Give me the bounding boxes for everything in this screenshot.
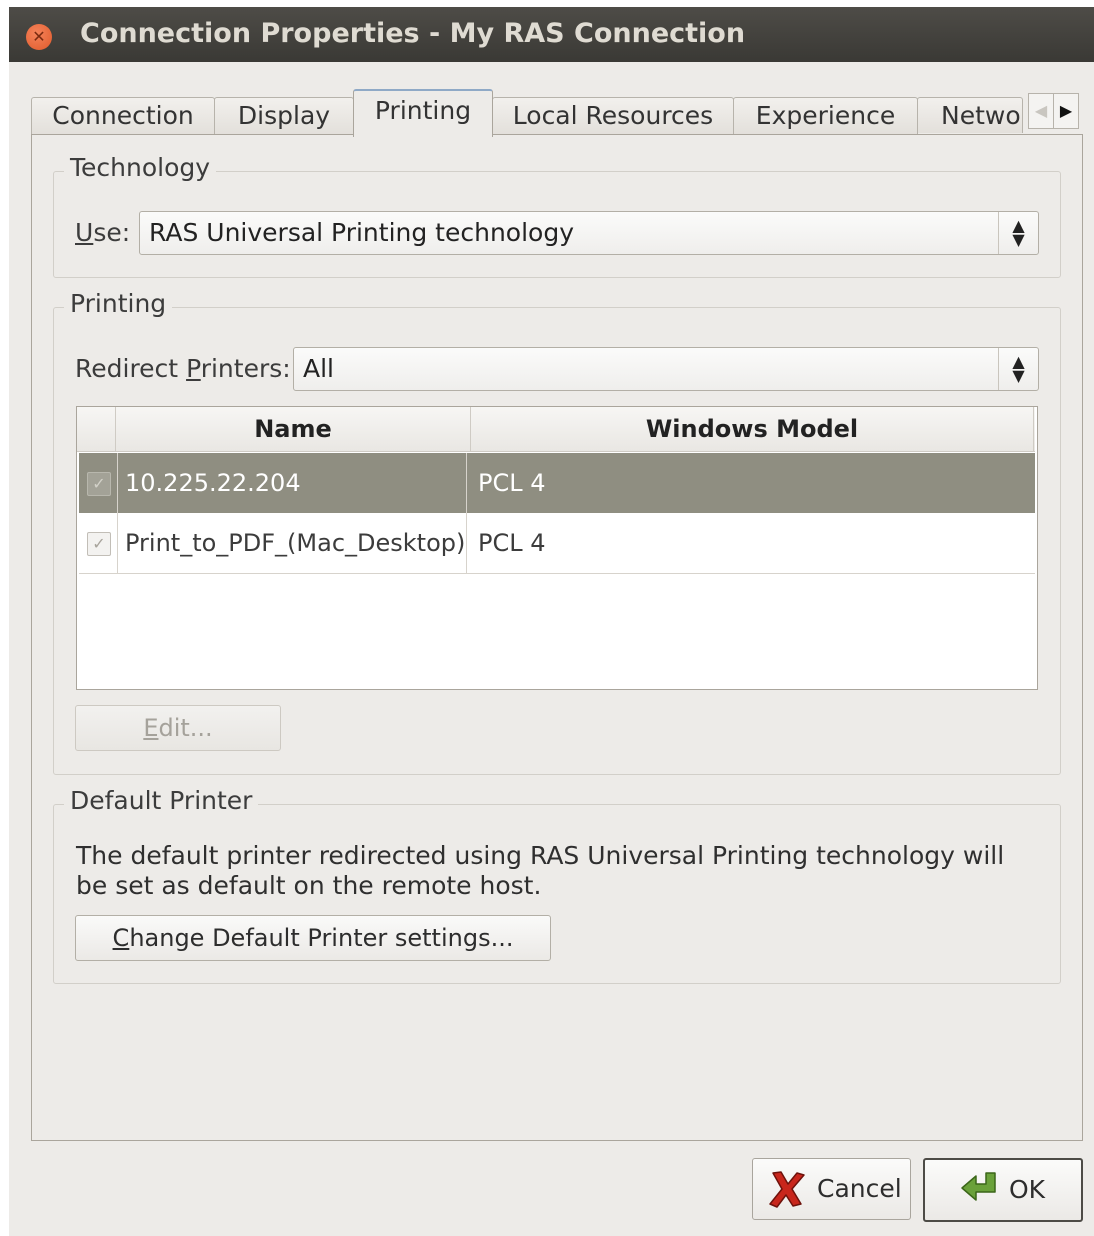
tab-printing[interactable]: Printing xyxy=(353,89,493,137)
tab-connection[interactable]: Connection xyxy=(31,97,215,134)
title-bar: ✕ Connection Properties - My RAS Connect… xyxy=(9,7,1094,62)
tab-bar: Connection Display Printing Local Resour… xyxy=(31,85,1091,137)
tab-content-printing: Technology Use: RAS Universal Printing t… xyxy=(31,134,1083,1141)
tab-display[interactable]: Display xyxy=(214,97,354,134)
checkmark-icon[interactable]: ✓ xyxy=(87,472,111,496)
table-row[interactable]: ✓ Print_to_PDF_(Mac_Desktop) PCL 4 xyxy=(79,513,1035,574)
default-printer-description: The default printer redirected using RAS… xyxy=(76,841,1005,900)
arrow-left-icon[interactable]: ◀ xyxy=(1028,93,1054,129)
use-label: Use: xyxy=(75,218,131,247)
printing-group: Printing Redirect Printers: All ▲ ▼ Name … xyxy=(53,289,1061,775)
technology-group: Technology Use: RAS Universal Printing t… xyxy=(53,153,1061,278)
close-icon[interactable]: ✕ xyxy=(26,24,52,50)
technology-group-title: Technology xyxy=(64,153,217,182)
checkmark-icon[interactable]: ✓ xyxy=(87,532,111,556)
window-title: Connection Properties - My RAS Connectio… xyxy=(80,18,746,49)
tab-local-resources[interactable]: Local Resources xyxy=(492,97,734,134)
green-arrow-icon xyxy=(961,1172,996,1201)
checkbox-cell: ✓ xyxy=(79,453,118,513)
tab-experience[interactable]: Experience xyxy=(733,97,918,134)
redirect-printers-label: Redirect Printers: xyxy=(75,354,291,383)
printer-model: PCL 4 xyxy=(478,469,546,497)
cancel-label: Cancel xyxy=(817,1174,902,1203)
checkbox-cell: ✓ xyxy=(79,513,118,573)
dialog-window: ✕ Connection Properties - My RAS Connect… xyxy=(9,7,1094,1236)
column-header-model[interactable]: Windows Model xyxy=(471,407,1034,451)
up-down-arrows-icon: ▲ ▼ xyxy=(998,348,1038,390)
table-header: Name Windows Model xyxy=(77,407,1035,452)
redirect-printers-value: All xyxy=(303,354,334,383)
red-x-icon xyxy=(769,1171,805,1208)
cancel-button[interactable]: Cancel xyxy=(752,1158,911,1220)
redirect-printers-select[interactable]: All ▲ ▼ xyxy=(293,347,1039,391)
printing-group-title: Printing xyxy=(64,289,173,318)
column-header-name[interactable]: Name xyxy=(116,407,471,451)
default-printer-group-title: Default Printer xyxy=(64,786,259,815)
printer-model: PCL 4 xyxy=(478,529,546,557)
printer-name: 10.225.22.204 xyxy=(119,453,467,513)
default-printer-group: Default Printer The default printer redi… xyxy=(53,786,1061,984)
table-row[interactable]: ✓ 10.225.22.204 PCL 4 xyxy=(79,453,1035,513)
technology-select[interactable]: RAS Universal Printing technology ▲ ▼ xyxy=(139,211,1039,255)
tab-network[interactable]: Netwo xyxy=(917,97,1023,133)
ok-button[interactable]: OK xyxy=(923,1158,1083,1222)
column-header-check xyxy=(77,407,116,451)
ok-label: OK xyxy=(1009,1175,1046,1204)
up-down-arrows-icon: ▲ ▼ xyxy=(998,212,1038,254)
printer-name: Print_to_PDF_(Mac_Desktop) xyxy=(119,513,467,573)
arrow-right-icon[interactable]: ▶ xyxy=(1053,93,1079,129)
technology-select-value: RAS Universal Printing technology xyxy=(149,218,574,247)
printers-table: Name Windows Model ✓ 10.225.22.204 PCL 4… xyxy=(76,406,1038,690)
edit-button[interactable]: Edit... xyxy=(75,705,281,751)
change-default-printer-button[interactable]: Change Default Printer settings... xyxy=(75,915,551,961)
